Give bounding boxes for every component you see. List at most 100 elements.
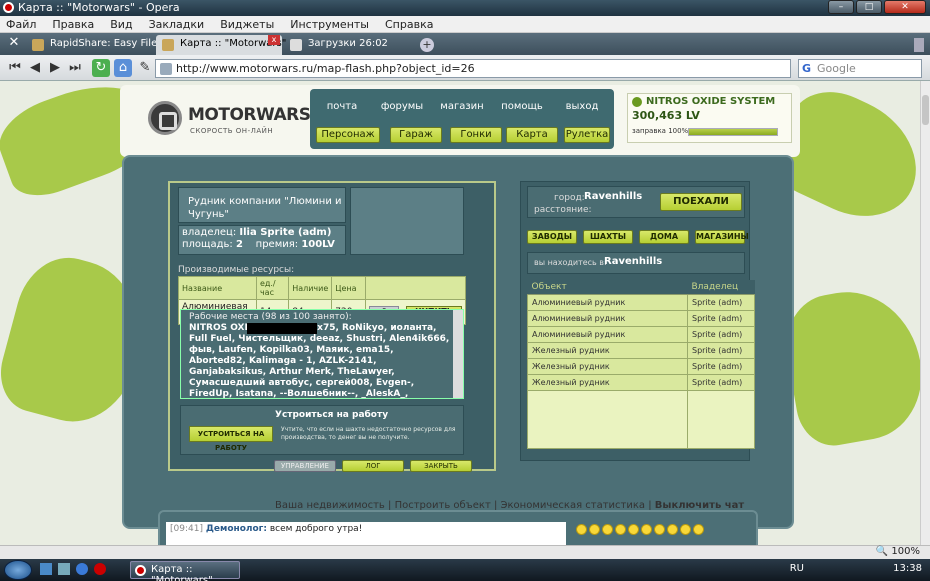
roulette-button[interactable]: Рулетка [564, 127, 610, 143]
object-name[interactable]: Алюминиевый рудник [527, 294, 688, 311]
table-row[interactable]: Алюминиевый рудник Sprite (adm) [527, 326, 755, 343]
go-button[interactable]: ПОЕХАЛИ [660, 193, 742, 211]
factories-button[interactable]: ЗАВОДЫ [527, 230, 577, 244]
object-owner[interactable]: Sprite (adm) [687, 310, 755, 327]
close-window-button[interactable]: ✕ [884, 0, 926, 14]
shops-button[interactable]: МАГАЗИНЫ [695, 230, 749, 244]
object-owner[interactable]: Sprite (adm) [687, 342, 755, 359]
object-owner[interactable]: Sprite (adm) [687, 358, 755, 375]
ie-icon[interactable] [76, 563, 88, 575]
minimize-button[interactable]: – [828, 0, 854, 14]
garage-button[interactable]: Гараж [390, 127, 442, 143]
new-tab-button[interactable]: + [420, 38, 434, 52]
object-owner[interactable]: Sprite (adm) [687, 326, 755, 343]
zoom-level[interactable]: 100% [891, 546, 920, 557]
menu-bookmarks[interactable]: Закладки [149, 16, 213, 32]
empty-cell [527, 390, 688, 449]
tab-motorwars[interactable]: Карта :: "Motorwars" x [156, 35, 286, 55]
menu-help[interactable]: Справка [385, 16, 441, 32]
language-indicator[interactable]: RU [790, 563, 804, 574]
table-row[interactable]: Алюминиевый рудник Sprite (adm) [527, 310, 755, 327]
smiley-icon[interactable] [667, 524, 678, 535]
menu-bar: Файл Правка Вид Закладки Виджеты Инструм… [0, 16, 930, 33]
chat-user[interactable]: Демонолог: [206, 524, 267, 534]
smiley-icon[interactable] [615, 524, 626, 535]
smiley-icon[interactable] [693, 524, 704, 535]
menu-widgets[interactable]: Виджеты [220, 16, 282, 32]
page-scrollbar[interactable] [920, 81, 930, 545]
top-navigation: почта форумы магазин помощь выход Персон… [310, 89, 614, 149]
object-name[interactable]: Железный рудник [527, 342, 688, 359]
table-row[interactable]: Железный рудник Sprite (adm) [527, 358, 755, 375]
search-input[interactable]: G Google [798, 59, 922, 78]
nav-forums[interactable]: форумы [374, 101, 430, 112]
object-owner[interactable]: Sprite (adm) [687, 374, 755, 391]
fast-forward-icon[interactable]: ⏭ [66, 59, 84, 77]
show-desktop-icon[interactable] [40, 563, 52, 575]
close-panel-button[interactable]: ЗАКРЫТЬ [410, 460, 472, 472]
object-name[interactable]: Железный рудник [527, 374, 688, 391]
menu-file[interactable]: Файл [6, 16, 44, 32]
object-owner[interactable]: Sprite (adm) [687, 294, 755, 311]
mines-button[interactable]: ШАХТЫ [583, 230, 633, 244]
col-action [365, 276, 466, 300]
smiley-icon[interactable] [654, 524, 665, 535]
reload-button[interactable]: ↻ [92, 59, 110, 77]
table-row[interactable]: Железный рудник Sprite (adm) [527, 374, 755, 391]
scrollbar-thumb[interactable] [922, 95, 929, 125]
trash-icon[interactable] [914, 38, 924, 52]
object-name[interactable]: Алюминиевый рудник [527, 326, 688, 343]
menu-view[interactable]: Вид [110, 16, 140, 32]
zoom-icon[interactable]: 🔍 [876, 546, 888, 557]
manage-button[interactable]: УПРАВЛЕНИЕ [274, 460, 336, 472]
system-panel: NITROS OXIDE SYSTEM 300,463 LV заправка … [627, 93, 792, 143]
tab-rapidshare[interactable]: RapidShare: Easy Fileh... [26, 35, 173, 55]
nav-exit[interactable]: выход [554, 101, 610, 112]
smiley-icon[interactable] [680, 524, 691, 535]
smiley-icon[interactable] [576, 524, 587, 535]
maximize-button[interactable]: □ [856, 0, 882, 14]
log-button[interactable]: ЛОГ [342, 460, 404, 472]
nav-help[interactable]: помощь [494, 101, 550, 112]
opera-launch-icon[interactable] [94, 563, 106, 575]
bonus-value: 100LV [301, 239, 335, 250]
table-row[interactable]: Алюминиевый рудник Sprite (adm) [527, 294, 755, 311]
switch-windows-icon[interactable] [58, 563, 70, 575]
redaction-mark [247, 323, 317, 334]
tab-downloads[interactable]: Загрузки 26:02 [284, 35, 412, 55]
object-name[interactable]: Железный рудник [527, 358, 688, 375]
address-input[interactable]: http://www.motorwars.ru/map-flash.php?ob… [155, 59, 791, 78]
window-title: Карта :: "Motorwars" - Opera [18, 1, 180, 14]
tools-icon[interactable]: ✕ [4, 35, 24, 55]
forward-button[interactable]: ▶ [46, 59, 64, 77]
object-name[interactable]: Алюминиевый рудник [527, 310, 688, 327]
menu-edit[interactable]: Правка [52, 16, 102, 32]
smiley-icon[interactable] [602, 524, 613, 535]
start-button[interactable] [4, 560, 32, 580]
tab-close-icon[interactable]: x [268, 35, 280, 45]
employ-button[interactable]: УСТРОИТЬСЯ НА РАБОТУ [189, 426, 273, 452]
col-object: Объект [527, 280, 688, 295]
rewind-icon[interactable]: ⏮ [6, 59, 24, 77]
objects-header-row: Объект Владелец [527, 280, 755, 295]
site-logo[interactable]: MOTORWARS.RU СКОРОСТЬ ОН-ЛАЙН [148, 101, 343, 141]
clock[interactable]: 13:38 [893, 563, 922, 574]
workers-scrollbar[interactable] [453, 310, 463, 398]
taskbar-item-opera[interactable]: Карта :: "Motorwars"... [130, 561, 240, 581]
smiley-icon[interactable] [589, 524, 600, 535]
character-button[interactable]: Персонаж [316, 127, 380, 143]
nav-mail[interactable]: почта [314, 101, 370, 112]
menu-tools[interactable]: Инструменты [290, 16, 377, 32]
races-button[interactable]: Гонки [450, 127, 502, 143]
smiley-icon[interactable] [641, 524, 652, 535]
back-button[interactable]: ◀ [26, 59, 44, 77]
nav-shop[interactable]: магазин [434, 101, 490, 112]
edit-icon[interactable]: ✎ [136, 59, 154, 77]
owner-value[interactable]: Ilia Sprite (adm) [239, 227, 331, 238]
home-button[interactable]: ⌂ [114, 59, 132, 77]
houses-button[interactable]: ДОМА [639, 230, 689, 244]
table-row[interactable]: Железный рудник Sprite (adm) [527, 342, 755, 359]
smiley-icon[interactable] [628, 524, 639, 535]
owner-row: владелец: Ilia Sprite (adm) [182, 227, 331, 238]
map-button[interactable]: Карта [506, 127, 558, 143]
